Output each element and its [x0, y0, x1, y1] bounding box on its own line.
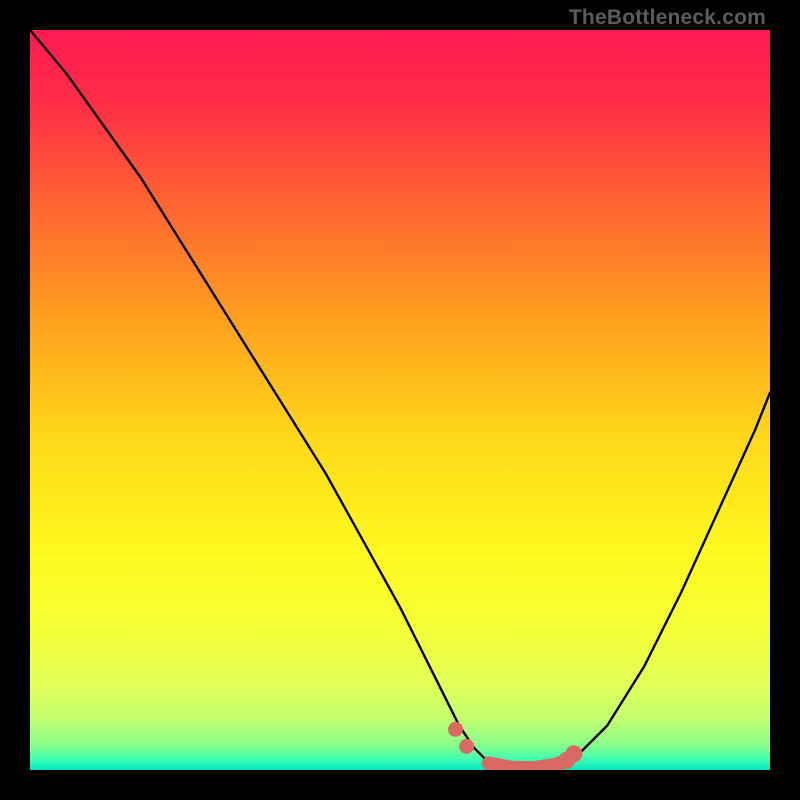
- plot-area: [30, 30, 770, 770]
- watermark-text: TheBottleneck.com: [569, 6, 766, 30]
- sweet-spot-markers: [489, 760, 567, 768]
- bottleneck-curve: [30, 30, 770, 769]
- chart-frame: TheBottleneck.com: [0, 0, 800, 800]
- chart-svg: [30, 30, 770, 770]
